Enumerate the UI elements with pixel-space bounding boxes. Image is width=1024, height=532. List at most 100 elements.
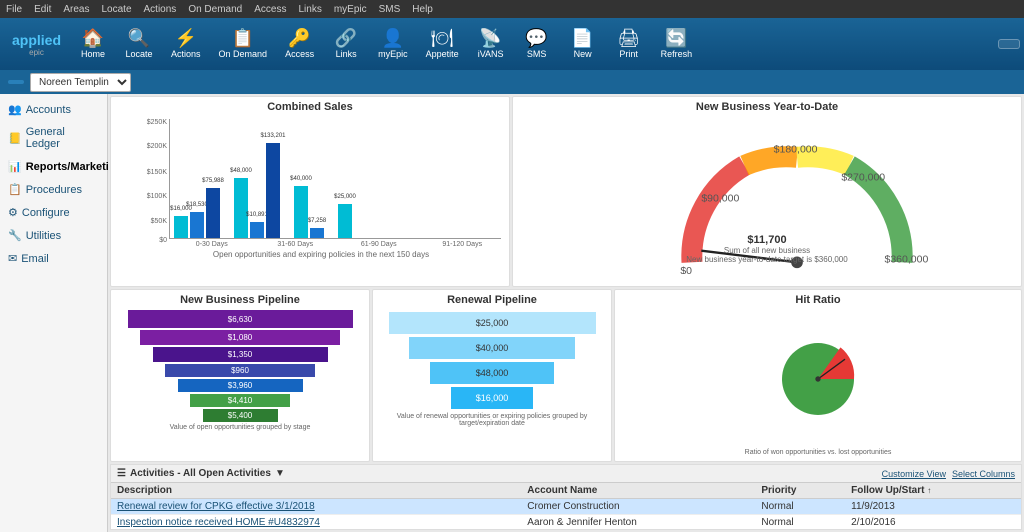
- sms-label: SMS: [527, 49, 547, 59]
- sidebar: 👥 Accounts 📒 General Ledger 📊 Reports/Ma…: [0, 94, 108, 532]
- sidebar-email-label: Email: [21, 253, 49, 265]
- col-priority[interactable]: Priority: [755, 483, 845, 499]
- customize-view-button[interactable]: Customize View: [882, 469, 946, 479]
- sms-button[interactable]: 💬 SMS: [515, 25, 559, 63]
- sidebar-item-general-ledger[interactable]: 📒 General Ledger: [0, 121, 107, 155]
- logo-text: applied: [12, 32, 61, 48]
- ivans-button[interactable]: 📡 iVANS: [469, 25, 513, 63]
- x-axis-labels: 0-30 Days 31-60 Days 61-90 Days 91-120 D…: [169, 241, 501, 248]
- sidebar-item-reports-marketing[interactable]: 📊 Reports/Marketing: [0, 155, 107, 178]
- hit-ratio-chart: Hit Ratio Ratio of won opportunities vs.…: [614, 289, 1022, 462]
- user-dropdown[interactable]: Noreen Templin: [30, 73, 131, 92]
- activity-description[interactable]: Renewal review for CPKG effective 3/1/20…: [111, 499, 521, 515]
- combined-sales-chart: Combined Sales $250K $200K $150K $100K $…: [110, 96, 510, 287]
- col-followup[interactable]: Follow Up/Start ↑: [845, 483, 1021, 499]
- logo-sub: epic: [29, 48, 44, 57]
- bar-group-91-120: $25,000: [338, 204, 352, 238]
- sidebar-item-email[interactable]: ✉ Email: [0, 247, 107, 270]
- bar-chart: $16,000 $18,530 $75,988: [169, 119, 501, 239]
- combined-sales-note: Open opportunities and expiring policies…: [141, 250, 501, 259]
- activity-priority: Normal: [755, 515, 845, 530]
- home-label: Home: [81, 49, 105, 59]
- refresh-button[interactable]: [8, 80, 24, 84]
- new-icon: 📄: [571, 29, 593, 47]
- on-demand-label: On Demand: [219, 49, 268, 59]
- myepic-icon: 👤: [382, 29, 404, 47]
- refresh-label: Refresh: [661, 49, 693, 59]
- new-button[interactable]: 📄 New: [561, 25, 605, 63]
- menu-help[interactable]: Help: [412, 4, 433, 15]
- myepic-button[interactable]: 👤 myEpic: [370, 25, 416, 63]
- actions-label: Actions: [171, 49, 201, 59]
- gauge-value: $11,700: [747, 234, 786, 246]
- rp-title: Renewal Pipeline: [373, 290, 611, 308]
- refresh-icon: 🔄: [665, 29, 687, 47]
- menu-locate[interactable]: Locate: [101, 4, 131, 15]
- access-label: Access: [285, 49, 314, 59]
- sidebar-item-accounts[interactable]: 👥 Accounts: [0, 98, 107, 121]
- hr-note: Ratio of won opportunities vs. lost oppo…: [615, 449, 1021, 456]
- sidebar-item-configure[interactable]: ⚙ Configure: [0, 201, 107, 224]
- utilities-icon: 🔧: [8, 229, 22, 242]
- new-label: New: [574, 49, 592, 59]
- activity-account: Aaron & Jennifer Henton: [521, 515, 755, 530]
- refresh-toolbar-button[interactable]: 🔄 Refresh: [653, 25, 701, 63]
- menu-areas[interactable]: Areas: [63, 4, 89, 15]
- new-business-pipeline-chart: New Business Pipeline $6,630 $1,080 $1,3…: [110, 289, 370, 462]
- sidebar-general-ledger-label: General Ledger: [26, 126, 99, 150]
- activity-date: 11/9/2013: [845, 499, 1021, 515]
- sidebar-item-utilities[interactable]: 🔧 Utilities: [0, 224, 107, 247]
- sidebar-procedures-label: Procedures: [26, 184, 82, 196]
- menu-edit[interactable]: Edit: [34, 4, 51, 15]
- rp-seg-4: $16,000: [451, 387, 534, 409]
- x-label-31-60: 31-60 Days: [257, 241, 335, 248]
- menu-links[interactable]: Links: [298, 4, 321, 15]
- activities-title: ☰ Activities - All Open Activities ▼: [117, 468, 285, 479]
- menu-on-demand[interactable]: On Demand: [188, 4, 242, 15]
- x-label-91-120: 91-120 Days: [424, 241, 502, 248]
- myepic-label: myEpic: [378, 49, 408, 59]
- sms-icon: 💬: [525, 29, 547, 47]
- activity-description[interactable]: Inspection notice received HOME #U483297…: [111, 515, 521, 530]
- menu-myepic[interactable]: myEpic: [334, 4, 367, 15]
- nbp-seg-3: $1,350: [153, 347, 328, 362]
- print-button[interactable]: 🖨 Print: [607, 25, 651, 63]
- menu-sms[interactable]: SMS: [379, 4, 401, 15]
- links-button[interactable]: 🔗 Links: [324, 25, 368, 63]
- svg-text:$0: $0: [680, 265, 692, 274]
- activities-controls: Customize View Select Columns: [882, 469, 1015, 479]
- charts-section: Combined Sales $250K $200K $150K $100K $…: [108, 94, 1024, 289]
- sidebar-utilities-label: Utilities: [26, 230, 61, 242]
- col-description[interactable]: Description: [111, 483, 521, 499]
- table-row: Renewal review for CPKG effective 3/1/20…: [111, 499, 1021, 515]
- access-button[interactable]: 🔑 Access: [277, 25, 322, 63]
- nbp-seg-7: $5,400: [203, 409, 278, 422]
- menu-actions[interactable]: Actions: [144, 4, 177, 15]
- gauge-target-note: New business year-to-date target is $360…: [686, 255, 847, 264]
- appetite-button[interactable]: 🍽 Appetite: [418, 25, 467, 63]
- on-demand-button[interactable]: 📋 On Demand: [211, 25, 276, 63]
- sidebar-item-procedures[interactable]: 📋 Procedures: [0, 178, 107, 201]
- bar-group-61-90: $40,000 $7,258: [294, 186, 324, 238]
- hr-title: Hit Ratio: [615, 290, 1021, 308]
- locate-button[interactable]: 🔍 Locate: [117, 25, 161, 63]
- logout-button[interactable]: [998, 39, 1020, 49]
- locate-icon: 🔍: [128, 29, 150, 47]
- home-button[interactable]: 🏠 Home: [71, 25, 115, 63]
- actions-button[interactable]: ⚡ Actions: [163, 25, 209, 63]
- email-icon: ✉: [8, 252, 17, 265]
- charts-bottom: New Business Pipeline $6,630 $1,080 $1,3…: [108, 289, 1024, 464]
- pie-container: [615, 308, 1021, 449]
- appetite-icon: 🍽: [431, 29, 454, 47]
- menu-access[interactable]: Access: [254, 4, 286, 15]
- links-icon: 🔗: [335, 29, 357, 47]
- col-account[interactable]: Account Name: [521, 483, 755, 499]
- svg-text:$90,000: $90,000: [701, 192, 739, 204]
- activities-dropdown-icon[interactable]: ▼: [275, 468, 285, 479]
- new-business-ytd-chart: New Business Year-to-Date $0 $90,0: [512, 96, 1022, 287]
- select-columns-button[interactable]: Select Columns: [952, 469, 1015, 479]
- rp-seg-2: $40,000: [409, 337, 575, 359]
- renewal-pipeline-chart: Renewal Pipeline $25,000 $40,000 $48,000…: [372, 289, 612, 462]
- reports-icon: 📊: [8, 160, 22, 173]
- menu-file[interactable]: File: [6, 4, 22, 15]
